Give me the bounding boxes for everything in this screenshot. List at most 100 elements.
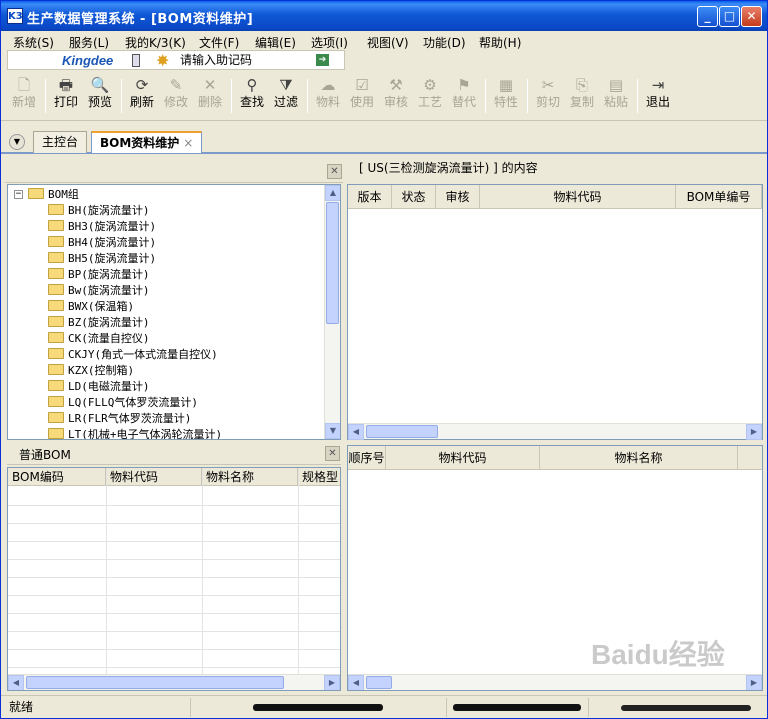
menu-file[interactable]: 文件(F) — [199, 34, 239, 51]
new-button[interactable]: 🗋 新增 — [7, 75, 41, 117]
scroll-left-icon[interactable]: ◀ — [348, 675, 364, 690]
tree-item[interactable]: LD(电磁流量计) — [48, 379, 150, 395]
feature-button[interactable]: ▦ 特性 — [489, 75, 523, 117]
bom-group-tree[interactable]: − BOM组 BH(旋涡流量计) BH3(旋涡流量计) BH4(旋涡流量计) B… — [7, 184, 341, 440]
column-header[interactable]: BOM编码 — [8, 468, 106, 486]
close-icon[interactable]: ✕ — [741, 6, 762, 27]
tree-item[interactable]: LT(机械+电子气体涡轮流量计) — [48, 427, 222, 439]
column-header[interactable]: BOM单编号 — [676, 185, 762, 209]
substitute-button[interactable]: ⚑ 替代 — [447, 75, 481, 117]
column-header[interactable]: 物料代码 — [386, 446, 540, 470]
print-button[interactable]: 🖶 打印 — [49, 75, 83, 117]
scroll-down-icon[interactable]: ▼ — [325, 423, 340, 439]
scroll-right-icon[interactable]: ▶ — [746, 675, 762, 690]
horizontal-scrollbar[interactable]: ◀ ▶ — [8, 674, 340, 690]
filter-button[interactable]: ⧩ 过滤 — [269, 75, 303, 117]
tree-item[interactable]: CK(流量自控仪) — [48, 331, 150, 347]
paste-button[interactable]: ▤ 粘贴 — [599, 75, 633, 117]
tab-bom-maintenance[interactable]: BOM资料维护 × — [91, 131, 203, 153]
use-button[interactable]: ☑ 使用 — [345, 75, 379, 117]
column-header[interactable]: 规格型 — [298, 468, 340, 486]
tree-item[interactable]: BH4(旋涡流量计) — [48, 235, 156, 251]
scroll-right-icon[interactable]: ▶ — [324, 675, 340, 690]
tab-normal-bom[interactable]: 普通BOM — [19, 446, 71, 463]
menu-service[interactable]: 服务(L) — [69, 34, 109, 51]
tree-item[interactable]: BH(旋涡流量计) — [48, 203, 150, 219]
copy-button[interactable]: ⎘ 复制 — [565, 75, 599, 117]
scroll-thumb[interactable] — [326, 202, 339, 324]
tree-item[interactable]: BH5(旋涡流量计) — [48, 251, 156, 267]
menu-help[interactable]: 帮助(H) — [479, 34, 521, 51]
menu-options[interactable]: 选项(I) — [311, 34, 348, 51]
bom-version-grid[interactable]: 版本 状态 审核 物料代码 BOM单编号 ◀ ▶ — [347, 184, 763, 440]
edit-button[interactable]: ✎ 修改 — [159, 75, 193, 117]
horizontal-scrollbar[interactable]: ◀ ▶ — [348, 423, 762, 440]
helper-code-input[interactable]: 请输入助记码 — [180, 52, 308, 68]
tree-item[interactable]: KZX(控制箱) — [48, 363, 134, 379]
scroll-left-icon[interactable]: ◀ — [348, 424, 364, 440]
refresh-button[interactable]: ⟳ 刷新 — [125, 75, 159, 117]
tree-item[interactable]: LQ(FLLQ气体罗茨流量计) — [48, 395, 198, 411]
close-icon[interactable]: ✕ — [325, 446, 340, 461]
tree-item[interactable]: BZ(旋涡流量计) — [48, 315, 150, 331]
tree-item[interactable]: BH3(旋涡流量计) — [48, 219, 156, 235]
go-icon[interactable]: ➔ — [316, 54, 329, 66]
delete-button[interactable]: ✕ 删除 — [193, 75, 227, 117]
preview-button[interactable]: 🔍 预览 — [83, 75, 117, 117]
chevron-down-icon[interactable]: ▼ — [9, 134, 25, 150]
toolbar-separator — [485, 79, 486, 113]
tree-item[interactable]: LR(FLR气体罗茨流量计) — [48, 411, 191, 427]
process-button[interactable]: ⚙ 工艺 — [413, 75, 447, 117]
minimize-icon[interactable]: _ — [697, 6, 718, 27]
menu-my-k3[interactable]: 我的K/3(K) — [125, 34, 186, 51]
collapse-icon[interactable]: − — [14, 190, 23, 199]
column-header[interactable]: 物料名称 — [202, 468, 298, 486]
column-header[interactable]: 物料名称 — [540, 446, 738, 470]
scroll-thumb[interactable] — [366, 676, 392, 689]
grid-divider — [8, 523, 340, 524]
column-header[interactable]: 版本 — [348, 185, 392, 209]
title-bar[interactable]: K3 生产数据管理系统 - [BOM资料维护] _ □ ✕ — [1, 1, 767, 31]
horizontal-scrollbar[interactable]: ◀ ▶ — [348, 674, 762, 690]
column-header[interactable] — [738, 446, 762, 470]
tree-item[interactable]: BP(旋涡流量计) — [48, 267, 150, 283]
scroll-left-icon[interactable]: ◀ — [8, 675, 24, 690]
material-button[interactable]: ☁ 物料 — [311, 75, 345, 117]
menu-edit[interactable]: 编辑(E) — [255, 34, 296, 51]
column-header[interactable]: 状态 — [392, 185, 436, 209]
tree-vertical-scrollbar[interactable]: ▲ ▼ — [324, 185, 340, 439]
tab-close-icon[interactable]: × — [183, 136, 193, 150]
grid-divider — [8, 613, 340, 614]
tree-panel-header: ✕ — [5, 159, 343, 183]
tree-item[interactable]: BWX(保温箱) — [48, 299, 134, 315]
column-header[interactable]: 顺序号 — [348, 446, 386, 470]
cut-button[interactable]: ✂ 剪切 — [531, 75, 565, 117]
print-icon: 🖶 — [58, 76, 74, 94]
scroll-thumb[interactable] — [26, 676, 284, 689]
toolbar-separator — [307, 79, 308, 113]
scroll-thumb[interactable] — [366, 425, 438, 438]
column-header[interactable]: 物料代码 — [480, 185, 676, 209]
bom-content-caption: [ US(三检测旋涡流量计) ] 的内容 — [359, 161, 538, 175]
column-header[interactable]: 审核 — [436, 185, 480, 209]
find-icon: ⚲ — [246, 76, 258, 94]
menu-system[interactable]: 系统(S) — [13, 34, 54, 51]
tree-item[interactable]: CKJY(角式一体式流量自控仪) — [48, 347, 218, 363]
scroll-up-icon[interactable]: ▲ — [325, 185, 340, 201]
folder-icon — [48, 284, 64, 295]
audit-button[interactable]: ⚒ 审核 — [379, 75, 413, 117]
folder-icon — [48, 300, 64, 311]
menu-view[interactable]: 视图(V) — [367, 34, 409, 51]
find-button[interactable]: ⚲ 查找 — [235, 75, 269, 117]
exit-button[interactable]: ⇥ 退出 — [641, 75, 675, 117]
menu-function[interactable]: 功能(D) — [423, 34, 466, 51]
tab-console[interactable]: 主控台 — [33, 131, 88, 153]
close-icon[interactable]: ✕ — [327, 164, 342, 179]
column-header[interactable]: 物料代码 — [106, 468, 202, 486]
maximize-icon[interactable]: □ — [719, 6, 740, 27]
normal-bom-grid[interactable]: BOM编码 物料代码 物料名称 规格型 ◀ ▶ — [7, 467, 341, 691]
folder-icon — [48, 412, 64, 423]
scroll-right-icon[interactable]: ▶ — [746, 424, 762, 440]
redacted-mark — [621, 705, 751, 711]
tree-item[interactable]: Bw(旋涡流量计) — [48, 283, 150, 299]
